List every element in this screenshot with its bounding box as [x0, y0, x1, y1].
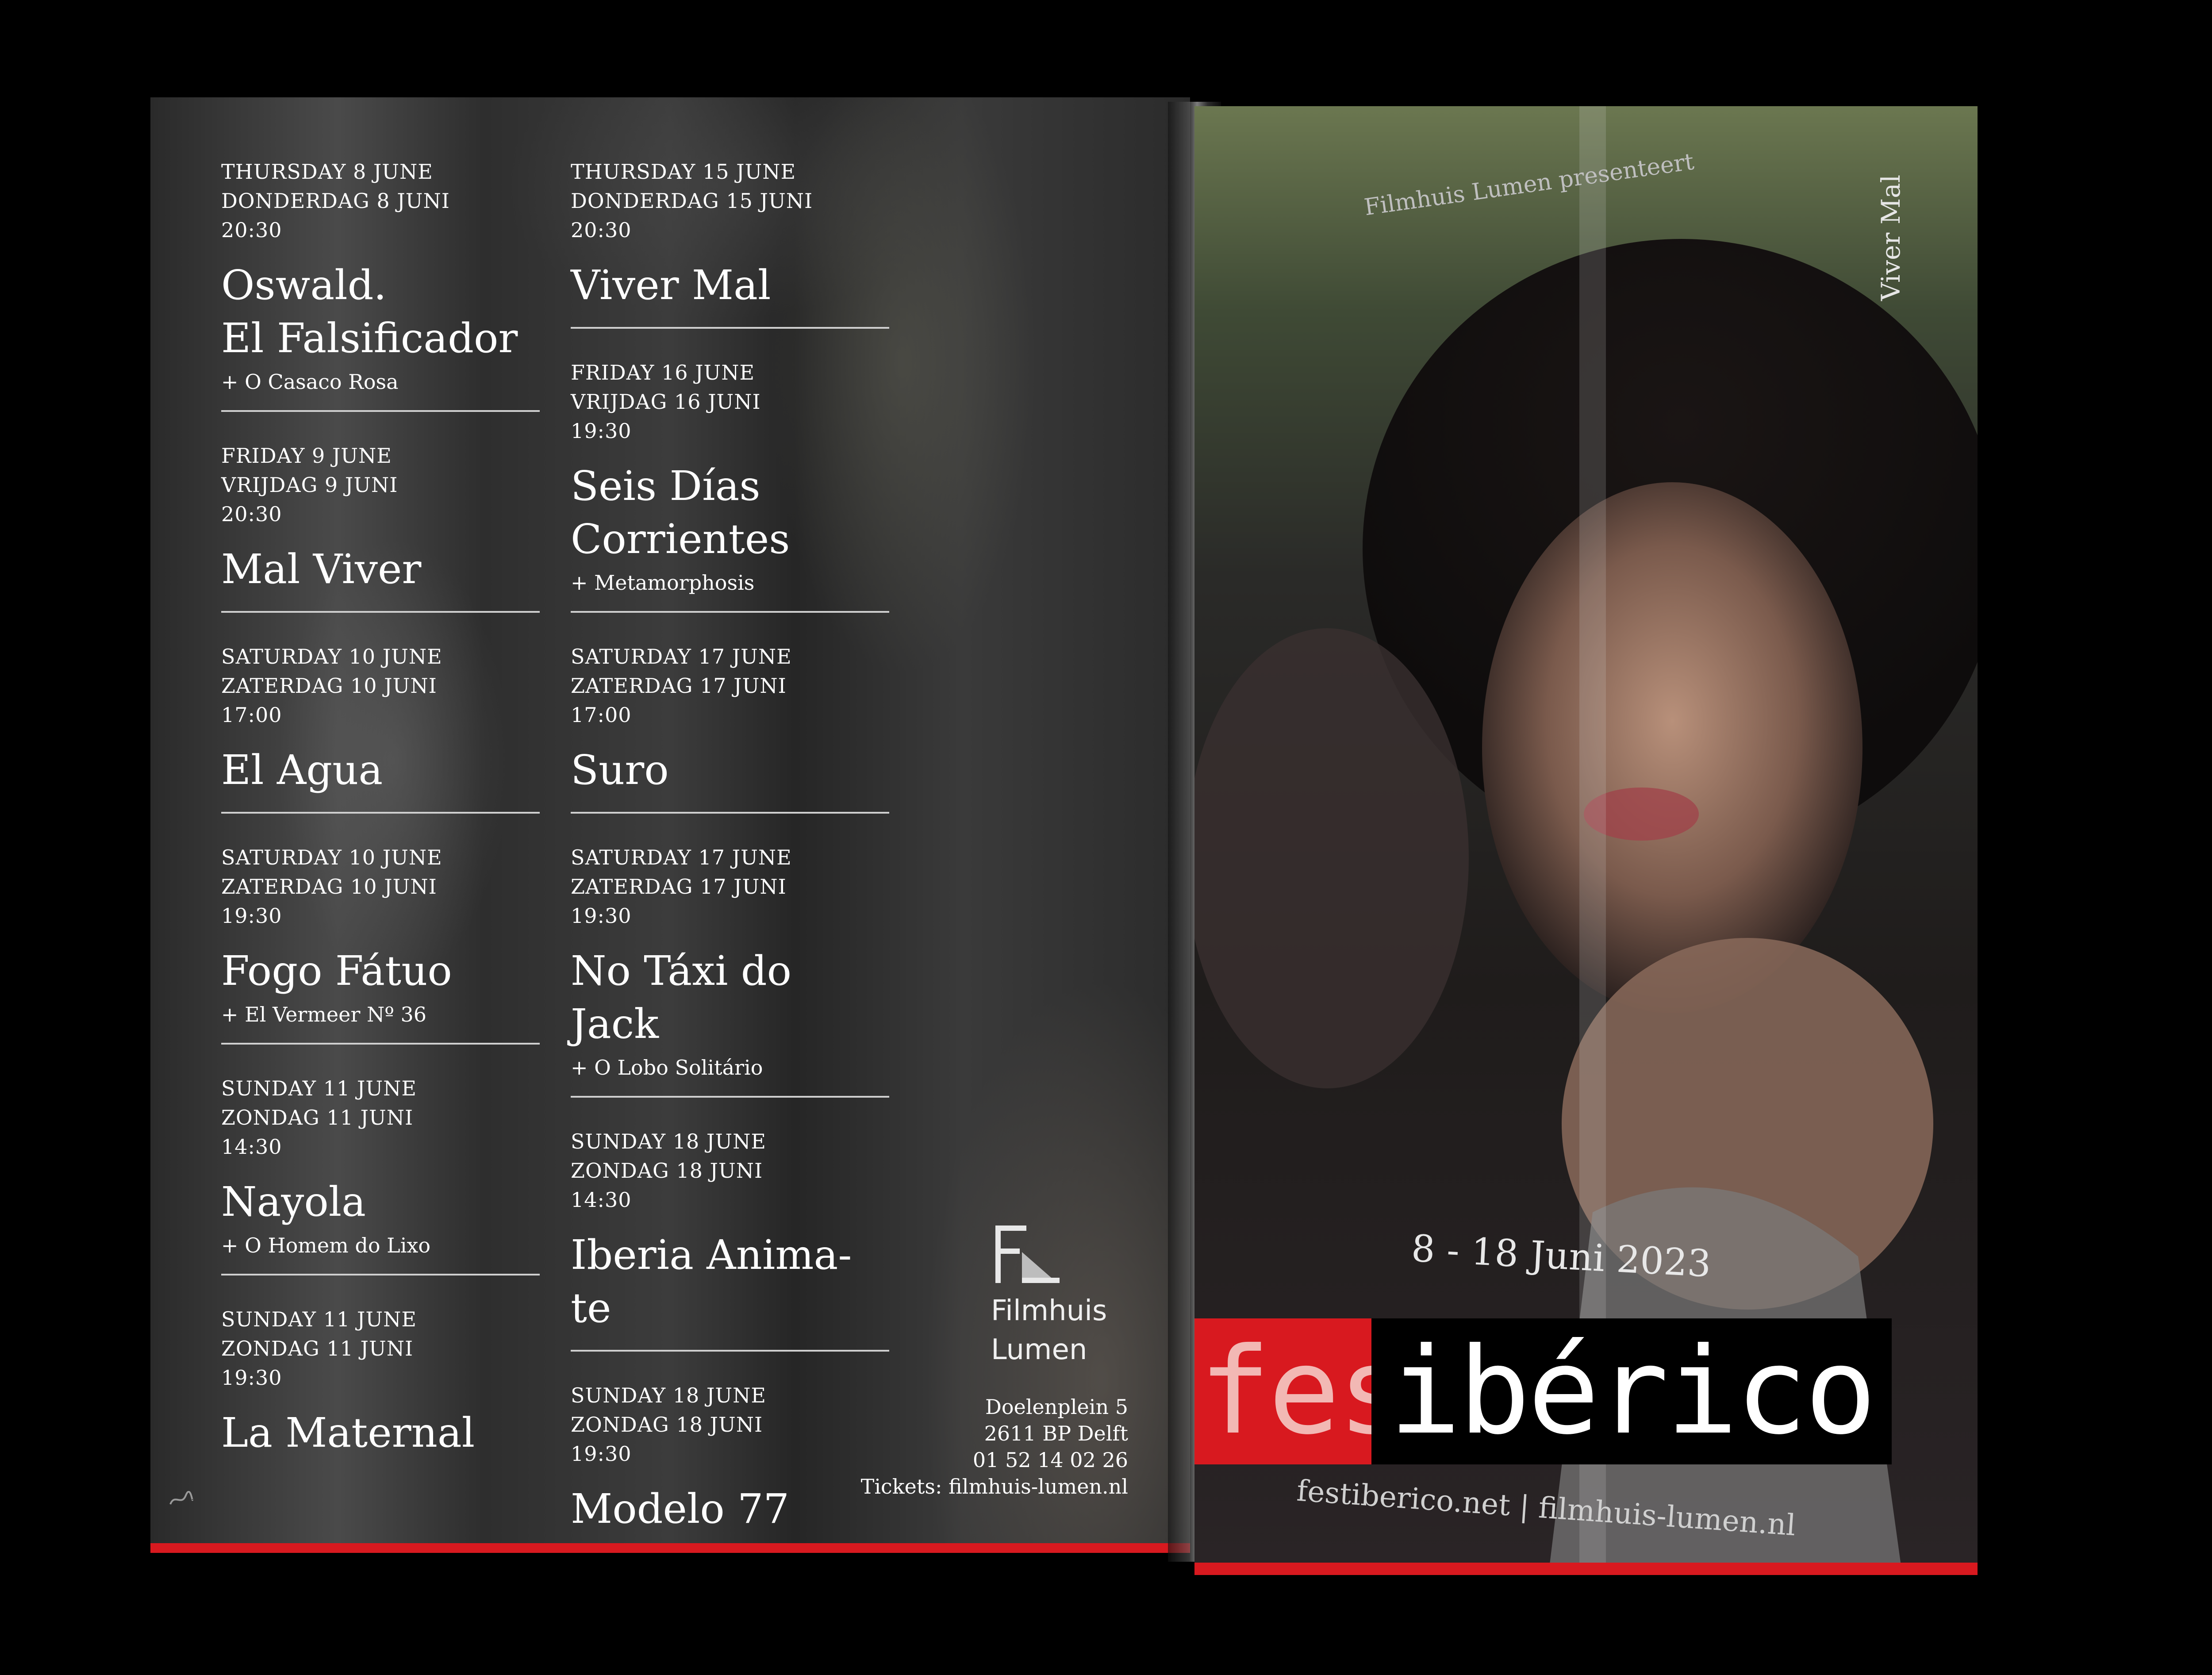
film-title: Iberia Anima-te — [571, 1231, 852, 1332]
supporting-film: + El Vermeer Nº 36 — [221, 1003, 426, 1026]
film-title-line: Corrientes — [571, 515, 790, 563]
program-entry: SUNDAY 11 JUNE ZONDAG 11 JUNI 19:30 La M… — [221, 1305, 540, 1475]
street: Doelenplein 5 — [985, 1395, 1128, 1419]
date-nl: ZONDAG 18 JUNI — [571, 1159, 763, 1183]
date-en: SATURDAY 10 JUNE — [221, 645, 442, 668]
film-title: No Táxi do Jack — [571, 947, 792, 1048]
film-title: Nayola — [221, 1178, 366, 1226]
film-title: Fogo Fátuo — [221, 947, 452, 995]
film-title: Mal Viver — [221, 546, 422, 593]
time: 17:00 — [221, 703, 282, 727]
tickets-link[interactable]: Tickets: filmhuis-lumen.nl — [861, 1473, 1128, 1500]
bottom-red-stripe — [1194, 1563, 1978, 1575]
time: 19:30 — [571, 904, 632, 928]
program-entry: FRIDAY 16 JUNE VRIJDAG 16 JUNI 19:30 Sei… — [571, 358, 889, 613]
program-entry: SATURDAY 17 JUNE ZATERDAG 17 JUNI 19:30 … — [571, 843, 889, 1098]
program-column-1: THURSDAY 8 JUNE DONDERDAG 8 JUNI 20:30 O… — [221, 157, 540, 1504]
supporting-film: + O Lobo Solitário — [571, 1056, 763, 1080]
program-entry: THURSDAY 8 JUNE DONDERDAG 8 JUNI 20:30 O… — [221, 157, 540, 412]
program-entry: SATURDAY 10 JUNE ZATERDAG 10 JUNI 19:30 … — [221, 843, 540, 1045]
time: 19:30 — [221, 1366, 282, 1390]
filmhuis-logo-icon — [995, 1226, 1060, 1283]
film-title: Modelo 77 — [571, 1485, 790, 1533]
time: 14:30 — [221, 1135, 282, 1159]
date-en: SATURDAY 17 JUNE — [571, 645, 792, 668]
film-title-line: Seis Días — [571, 462, 760, 510]
date-en: SATURDAY 10 JUNE — [221, 845, 442, 869]
program-entry: SUNDAY 11 JUNE ZONDAG 11 JUNI 14:30 Nayo… — [221, 1074, 540, 1275]
time: 19:30 — [571, 419, 632, 443]
festival-logo-part-2: ibérico — [1371, 1318, 1892, 1464]
time: 19:30 — [221, 904, 282, 928]
phone: 01 52 14 02 26 — [972, 1448, 1128, 1472]
date-nl: DONDERDAG 8 JUNI — [221, 189, 450, 213]
scribble-mark-icon — [169, 1491, 193, 1505]
date-en: SUNDAY 11 JUNE — [221, 1076, 417, 1100]
date-nl: VRIJDAG 9 JUNI — [221, 473, 398, 497]
program-page: THURSDAY 8 JUNE DONDERDAG 8 JUNI 20:30 O… — [150, 97, 1190, 1553]
film-title: El Agua — [221, 746, 383, 794]
date-en: FRIDAY 16 JUNE — [571, 361, 755, 384]
time: 20:30 — [571, 218, 632, 242]
program-entry: SUNDAY 18 JUNE ZONDAG 18 JUNI 14:30 Iber… — [571, 1127, 889, 1352]
supporting-film: + O Casaco Rosa — [221, 370, 399, 394]
date-nl: ZATERDAG 17 JUNI — [571, 875, 787, 899]
film-title: Viver Mal — [571, 261, 771, 309]
date-en: SUNDAY 18 JUNE — [571, 1129, 766, 1153]
program-entry: FRIDAY 9 JUNE VRIJDAG 9 JUNI 20:30 Mal V… — [221, 441, 540, 613]
time: 20:30 — [221, 218, 282, 242]
date-en: FRIDAY 9 JUNE — [221, 444, 392, 468]
time: 17:00 — [571, 703, 632, 727]
program-entry: SATURDAY 10 JUNE ZATERDAG 10 JUNI 17:00 … — [221, 642, 540, 814]
film-title-line: Oswald. — [221, 261, 387, 309]
date-nl: ZONDAG 11 JUNI — [221, 1106, 414, 1129]
film-title: Oswald. El Falsificador — [221, 259, 540, 365]
date-en: SATURDAY 17 JUNE — [571, 845, 792, 869]
time: 19:30 — [571, 1442, 632, 1466]
filmhuis-lumen-logo: Filmhuis Lumen — [991, 1221, 1133, 1367]
film-title-line: El Falsificador — [221, 315, 518, 362]
date-nl: ZATERDAG 10 JUNI — [221, 875, 437, 899]
program-entry: THURSDAY 15 JUNE DONDERDAG 15 JUNI 20:30… — [571, 157, 889, 329]
program-column-2: THURSDAY 15 JUNE DONDERDAG 15 JUNI 20:30… — [571, 157, 889, 1553]
film-title: Suro — [571, 746, 669, 794]
date-en: SUNDAY 18 JUNE — [571, 1383, 766, 1407]
logo-line-1: Filmhuis — [991, 1295, 1107, 1327]
date-en: THURSDAY 15 JUNE — [571, 160, 796, 184]
supporting-film: + Metamorphosis — [571, 571, 755, 595]
date-nl: ZATERDAG 10 JUNI — [221, 674, 437, 698]
time: 14:30 — [571, 1188, 632, 1212]
city: 2611 BP Delft — [984, 1421, 1128, 1445]
date-nl: ZONDAG 11 JUNI — [221, 1337, 414, 1360]
date-nl: DONDERDAG 15 JUNI — [571, 189, 813, 213]
date-nl: VRIJDAG 16 JUNI — [571, 390, 761, 414]
date-en: SUNDAY 11 JUNE — [221, 1307, 417, 1331]
film-title: Seis Días Corrientes — [571, 460, 889, 566]
date-en: THURSDAY 8 JUNE — [221, 160, 433, 184]
supporting-film: + O Homem do Lixo — [221, 1233, 431, 1257]
program-entry: SUNDAY 18 JUNE ZONDAG 18 JUNI 19:30 Mode… — [571, 1381, 889, 1551]
logo-line-2: Lumen — [991, 1333, 1087, 1366]
festival-logo-text-2: ibérico — [1389, 1322, 1877, 1461]
date-nl: ZATERDAG 17 JUNI — [571, 674, 787, 698]
cover-film-title: Viver Mal — [1876, 174, 1906, 301]
time: 20:30 — [221, 502, 282, 526]
bottom-red-stripe — [150, 1543, 1190, 1553]
program-entry: SATURDAY 17 JUNE ZATERDAG 17 JUNI 17:00 … — [571, 642, 889, 814]
film-title: La Maternal — [221, 1409, 475, 1456]
date-nl: ZONDAG 18 JUNI — [571, 1413, 763, 1437]
venue-address: Doelenplein 5 2611 BP Delft 01 52 14 02 … — [861, 1394, 1128, 1500]
cover-page: Filmhuis Lumen presenteert Viver Mal 8 -… — [1194, 106, 1978, 1575]
